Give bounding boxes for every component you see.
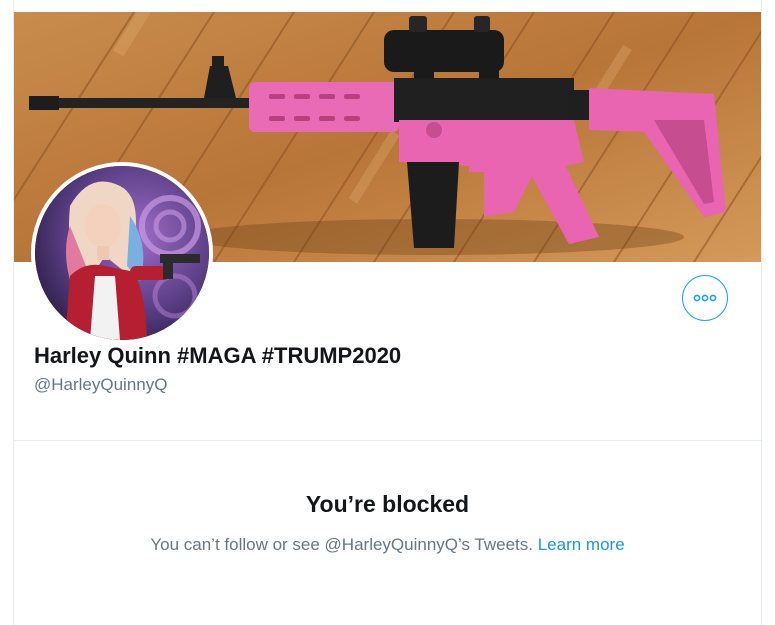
profile-column: Harley Quinn #MAGA #TRUMP2020 @HarleyQui… xyxy=(13,0,762,625)
avatar-image xyxy=(35,166,209,340)
more-options-button[interactable] xyxy=(682,275,728,321)
section-divider xyxy=(14,440,761,441)
profile-avatar[interactable] xyxy=(31,162,213,344)
blocked-title: You’re blocked xyxy=(305,491,470,517)
learn-more-link[interactable]: Learn more xyxy=(538,535,625,554)
blocked-message-text: You can’t follow or see @HarleyQuinnyQ’s… xyxy=(150,535,533,554)
more-options-icon xyxy=(693,294,717,302)
profile-handle: @HarleyQuinnyQ xyxy=(34,375,168,394)
profile-display-name: Harley Quinn #MAGA #TRUMP2020 xyxy=(34,343,402,368)
blocked-message: You can’t follow or see @HarleyQuinnyQ’s… xyxy=(14,535,761,555)
